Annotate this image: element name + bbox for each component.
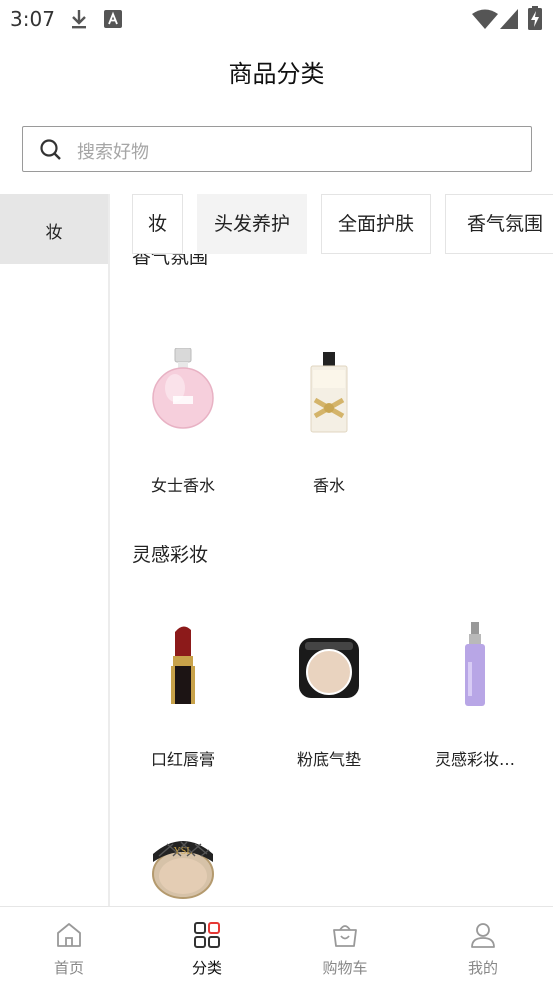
shopping-basket-icon	[333, 925, 357, 947]
product-item[interactable]: 香水	[256, 348, 402, 495]
section-title-fragrance: 香气氛围	[132, 254, 332, 284]
cellular-signal-icon	[500, 9, 518, 29]
nav-label: 首页	[53, 959, 84, 977]
search-input[interactable]: 搜索好物	[22, 126, 532, 172]
product-name: 女士香水	[150, 476, 215, 495]
search-placeholder: 搜索好物	[77, 142, 149, 163]
page-title: 商品分类	[228, 60, 325, 88]
serum-bottle-icon	[465, 622, 485, 706]
svg-text:YSL: YSL	[174, 846, 193, 857]
sidebar-item-makeup[interactable]: 妆	[0, 194, 108, 264]
section-title-text: 香气氛围	[132, 254, 209, 268]
gold-bow-perfume-bottle-icon	[310, 352, 348, 433]
tab-fragrance[interactable]: 香气氛围	[445, 194, 553, 254]
section-title-inspiration-makeup: 灵感彩妆	[132, 544, 209, 566]
category-grid-icon	[194, 922, 220, 948]
category-content: 妆 头发养护 全面护肤 香气氛围 香气氛围 女士香水 香水 灵感彩妆 口红唇膏 …	[110, 194, 553, 906]
product-name: 口红唇膏	[150, 750, 215, 769]
lipstick-icon	[171, 626, 195, 704]
product-name: 香水	[312, 476, 345, 495]
pink-perfume-bottle-icon	[152, 348, 214, 429]
category-sidebar: 妆	[0, 194, 110, 906]
product-name: 粉底气垫	[296, 750, 361, 769]
tab-makeup[interactable]: 妆	[132, 194, 183, 254]
page-header: 商品分类	[0, 38, 553, 104]
nav-label: 我的	[467, 959, 498, 977]
home-icon	[57, 923, 81, 947]
battery-charging-icon	[528, 6, 542, 30]
status-bar: 3:07	[0, 0, 553, 38]
nav-label: 购物车	[322, 959, 368, 977]
nav-profile[interactable]: 我的	[414, 907, 552, 984]
bottom-tab-bar: 首页 分类 购物车 我的	[0, 906, 553, 984]
sidebar-item-label: 妆	[45, 223, 63, 243]
download-icon	[72, 10, 86, 29]
quilted-cushion-compact-icon: YSL	[152, 841, 214, 899]
nav-label: 分类	[191, 959, 222, 977]
search-icon	[40, 139, 61, 160]
product-item[interactable]: YSL	[110, 818, 256, 906]
nav-cart[interactable]: 购物车	[276, 907, 414, 984]
user-icon	[471, 923, 495, 948]
product-name: 灵感彩妆…	[434, 750, 515, 769]
nav-home[interactable]: 首页	[0, 907, 138, 984]
cushion-compact-icon	[299, 638, 359, 698]
nav-category[interactable]: 分类	[138, 907, 276, 984]
product-item[interactable]: 灵感彩妆…	[402, 622, 548, 769]
status-time: 3:07	[10, 7, 55, 31]
product-item[interactable]: 女士香水	[110, 348, 256, 495]
wifi-icon	[472, 9, 498, 29]
tab-skin-care[interactable]: 全面护肤	[321, 194, 431, 254]
product-item[interactable]: 粉底气垫	[256, 622, 402, 769]
notification-a-icon	[104, 10, 122, 28]
product-item[interactable]: 口红唇膏	[110, 622, 256, 769]
tab-hair-care[interactable]: 头发养护	[197, 194, 307, 254]
